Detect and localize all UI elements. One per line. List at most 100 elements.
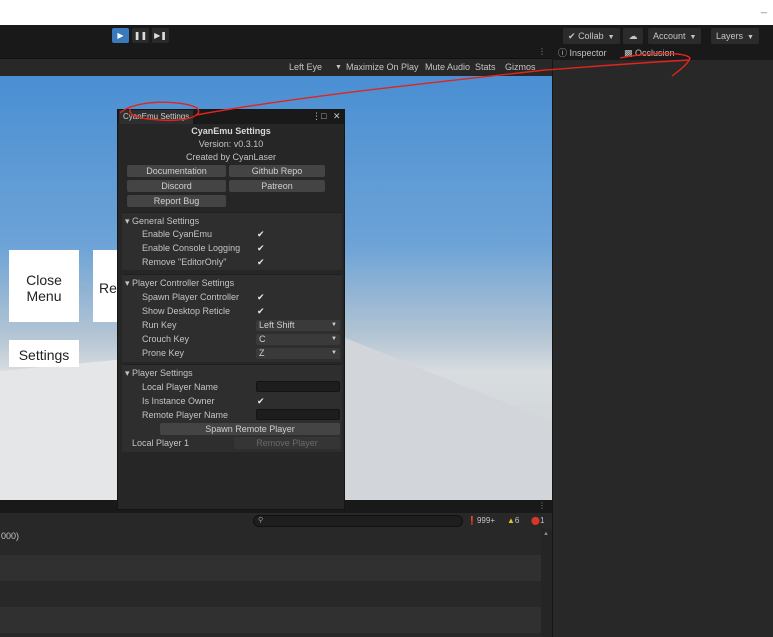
scroll-up-icon[interactable]: ▲ [543,531,549,537]
report-bug-button[interactable]: Report Bug [127,195,226,207]
local-player-name-input[interactable] [256,381,340,392]
step-icon: ▶❚ [154,31,167,40]
is-instance-owner-label: Is Instance Owner [142,396,215,406]
crouch-key-dropdown[interactable]: C ▼ [256,334,340,345]
run-key-label: Run Key [142,320,177,330]
enable-console-logging-label: Enable Console Logging [142,243,241,253]
remove-editoronly-checkbox[interactable]: ✔ [257,257,267,267]
player-controller-settings-section: ▾ Player Controller Settings Spawn Playe… [122,274,342,362]
checkmark-icon: ✔ [257,257,265,267]
respawn-icon: ○ [80,280,88,295]
log-row[interactable] [0,581,541,607]
play-button[interactable]: ▶ [112,28,129,43]
close-icon[interactable]: ✕ [333,111,341,122]
pause-icon: ❚❚ [133,31,148,40]
player-settings-foldout[interactable]: ▾ Player Settings [125,367,193,379]
warning-count-toggle[interactable]: ▲6 [507,515,519,527]
tab-inspector[interactable]: ⓘ Inspector [558,47,607,60]
documentation-button[interactable]: Documentation [127,165,226,177]
more-options-icon[interactable]: ⋮ [538,47,546,56]
gizmos-dropdown[interactable]: Gizmos [505,61,536,74]
show-desktop-reticle-checkbox[interactable]: ✔ [257,306,267,316]
cloud-button[interactable]: ☁ [623,28,643,44]
remote-player-name-label: Remote Player Name [142,410,229,420]
game-view-toolbar: Left Eye ▼ Maximize On Play Mute Audio S… [0,59,552,76]
local-player-name-label: Local Player Name [142,382,219,392]
general-settings-section: ▾ General Settings Enable CyanEmu ✔ Enab… [122,212,342,270]
cyanemu-version: Version: v0.3.10 [198,139,264,149]
chevron-down-icon: ▼ [607,34,615,41]
maximize-icon[interactable]: □ [321,111,326,121]
checkmark-icon: ✔ [257,306,265,316]
is-instance-owner-checkbox[interactable]: ✔ [257,396,267,406]
foldout-arrow-icon: ▾ [125,368,130,378]
collab-dropdown[interactable]: ✔ Collab ▼ [563,28,620,44]
chevron-down-icon: ▼ [747,34,754,41]
error-icon: ⬤ [531,516,540,525]
account-dropdown[interactable]: Account ▼ [648,28,702,44]
step-button[interactable]: ▶❚ [152,28,169,43]
spawn-remote-player-button[interactable]: Spawn Remote Player [160,423,340,435]
cyanemu-tab[interactable]: CyanEmu Settings [119,110,194,124]
maximize-on-play-toggle[interactable]: Maximize On Play [346,61,419,74]
mute-audio-toggle[interactable]: Mute Audio [425,61,470,74]
log-row[interactable] [0,555,541,581]
remote-player-name-input[interactable] [256,409,340,420]
console-log-list[interactable]: 000) [0,529,541,637]
log-row[interactable] [0,607,541,633]
checkmark-icon: ✔ [257,292,265,302]
error-count-toggle[interactable]: ⬤1 [531,515,544,527]
enable-cyanemu-label: Enable CyanEmu [142,229,213,239]
more-options-icon[interactable]: ⋮ [538,501,546,510]
minimize-button[interactable]: _ [761,2,767,14]
play-icon: ▶ [117,31,124,40]
checkmark-icon: ✔ [257,229,265,239]
console-toolbar: ⚲ ❗999+ ▲6 ⬤1 [0,513,552,529]
player-controller-foldout[interactable]: ▾ Player Controller Settings [125,277,234,289]
cloud-icon: ☁ [628,31,638,41]
console-scrollbar[interactable]: ▲ [541,529,552,637]
main-toolbar: ▶ ❚❚ ▶❚ ✔ Collab ▼ ☁ Account ▼ Layers ▼ [0,25,773,47]
show-desktop-reticle-label: Show Desktop Reticle [142,306,231,316]
prone-key-dropdown[interactable]: Z ▼ [256,348,340,359]
enable-console-logging-checkbox[interactable]: ✔ [257,243,267,253]
cyanemu-titlebar[interactable]: CyanEmu Settings ⋮ □ ✕ [118,110,344,124]
general-settings-foldout[interactable]: ▾ General Settings [125,215,199,227]
foldout-arrow-icon: ▾ [125,216,130,226]
chevron-down-icon: ▼ [335,64,342,71]
close-menu-button[interactable]: Close Menu [9,250,79,322]
player-settings-section: ▾ Player Settings Local Player Name Is I… [122,364,342,452]
more-options-icon[interactable]: ⋮ [312,111,321,122]
console-search-input[interactable]: ⚲ [253,515,463,527]
checkmark-icon: ✔ [257,396,265,406]
patreon-button[interactable]: Patreon [229,180,325,192]
remove-editoronly-label: Remove "EditorOnly" [142,257,227,267]
foldout-arrow-icon: ▾ [125,278,130,288]
collab-check-icon: ✔ [568,31,576,41]
search-icon: ⚲ [258,517,264,524]
layers-dropdown[interactable]: Layers ▼ [711,28,759,44]
log-row[interactable]: 000) [0,529,541,555]
settings-button[interactable]: Settings [9,340,79,367]
crouch-key-label: Crouch Key [142,334,190,344]
spawn-player-controller-checkbox[interactable]: ✔ [257,292,267,302]
github-repo-button[interactable]: Github Repo [229,165,325,177]
prone-key-label: Prone Key [142,348,185,358]
info-icon: ⓘ [558,48,568,58]
discord-button[interactable]: Discord [127,180,226,192]
window-title-strip: _ [0,0,773,25]
inspector-panel [552,60,773,637]
enable-cyanemu-checkbox[interactable]: ✔ [257,229,267,239]
tab-occlusion[interactable]: ▩ Occlusion [624,47,675,60]
warning-icon: ▲ [507,516,515,525]
cyanemu-author: Created by CyanLaser [185,152,277,162]
info-icon: ❗ [467,516,477,525]
run-key-dropdown[interactable]: Left Shift ▼ [256,320,340,331]
info-count-toggle[interactable]: ❗999+ [467,515,495,527]
pause-button[interactable]: ❚❚ [132,28,149,43]
remove-player-button[interactable]: Remove Player [234,437,340,449]
chevron-down-icon: ▼ [331,350,337,356]
display-dropdown[interactable]: Left Eye [289,61,322,74]
stats-toggle[interactable]: Stats [475,61,496,74]
cyanemu-heading: CyanEmu Settings [191,126,271,136]
